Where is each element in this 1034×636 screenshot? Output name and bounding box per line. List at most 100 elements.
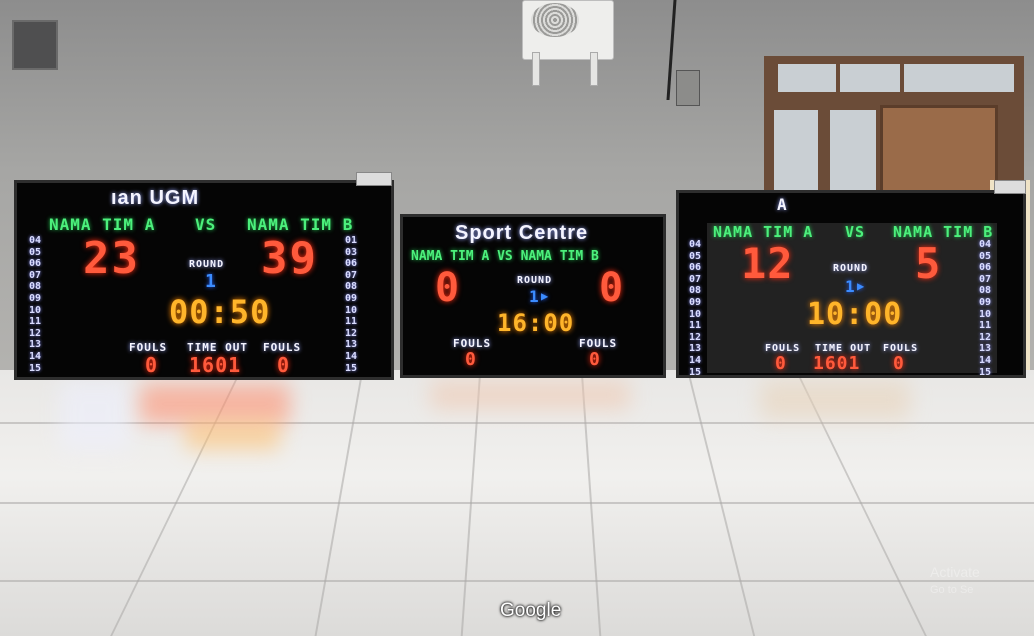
- wall-switch-box: [676, 70, 700, 106]
- google-logo: Google: [500, 600, 562, 621]
- player-number: 14: [345, 350, 358, 362]
- score-team-a: 23: [83, 233, 140, 284]
- player-number: 04: [979, 239, 992, 250]
- player-number: 15: [689, 366, 702, 378]
- round-label: ROUND: [833, 263, 869, 274]
- player-numbers-left: 04 05 06 07 08 09 10 11 12 13 14 15: [689, 239, 702, 378]
- player-number: 05: [29, 246, 42, 258]
- player-number: 09: [979, 296, 992, 308]
- teams-line: NAMA TIM A VS NAMA TIM B: [411, 249, 599, 264]
- wooden-door: [880, 105, 998, 195]
- watermark-line-1: Activate: [930, 564, 980, 580]
- player-number: 08: [29, 281, 42, 293]
- player-number: 10: [29, 304, 42, 316]
- score-team-a: 0: [435, 265, 461, 311]
- player-number: 03: [345, 246, 358, 258]
- player-number: 11: [689, 320, 702, 332]
- ac-bracket-left: [532, 52, 540, 86]
- tiled-floor: [0, 370, 1034, 636]
- board-title: Sport Centre: [455, 222, 589, 244]
- player-number: 07: [689, 273, 702, 285]
- game-clock: 16:00: [497, 309, 575, 337]
- round-label: ROUND: [189, 259, 225, 270]
- board-title: ıan UGM: [111, 187, 200, 209]
- board-title: A: [777, 195, 788, 214]
- player-number: 14: [29, 350, 42, 362]
- player-number: 10: [979, 308, 992, 320]
- vs-label: VS: [195, 215, 217, 234]
- player-number: 09: [29, 292, 42, 304]
- timeout-value: 1601: [189, 353, 242, 377]
- air-conditioner-fan-icon: [531, 3, 579, 37]
- wall-vent: [12, 20, 58, 70]
- player-number: 15: [345, 362, 358, 374]
- ac-bracket-right: [590, 52, 598, 86]
- player-numbers-left: 04 05 06 07 08 09 10 11 12 13 14 15: [29, 235, 41, 374]
- player-number: 09: [689, 296, 702, 308]
- player-number: 04: [29, 235, 42, 246]
- fouls-b-value: 0: [893, 353, 905, 374]
- player-number: 12: [29, 327, 42, 339]
- player-number: 05: [979, 250, 992, 262]
- timeout-value: 1601: [813, 353, 861, 374]
- board-sensor-box-left: [356, 172, 392, 186]
- player-number: 07: [345, 269, 358, 281]
- air-conditioner-unit: [522, 0, 614, 60]
- fouls-b-value: 0: [589, 349, 601, 370]
- player-number: 10: [345, 304, 358, 316]
- score-team-b: 5: [915, 239, 942, 288]
- vs-label: VS: [845, 223, 866, 241]
- board-sensor-box-right: [994, 180, 1026, 194]
- player-number: 09: [345, 292, 358, 304]
- round-value: 1: [205, 271, 217, 292]
- score-team-a: 12: [741, 239, 794, 288]
- scoreboard-right: A NAMA TIM A VS NAMA TIM B 04 05 06 07 08 09 1…: [676, 190, 1026, 378]
- player-number: 06: [979, 262, 992, 274]
- player-number: 12: [689, 331, 702, 343]
- player-number: 14: [979, 354, 992, 366]
- fouls-b-value: 0: [277, 353, 291, 377]
- scoreboard-left: ıan UGM NAMA TIM A VS NAMA TIM B 04 05 06 0…: [14, 180, 394, 380]
- player-number: 08: [689, 285, 702, 297]
- player-number: 07: [979, 273, 992, 285]
- fouls-a-value: 0: [465, 349, 477, 370]
- player-number: 11: [345, 316, 358, 328]
- fouls-a-value: 0: [145, 353, 159, 377]
- player-number: 04: [689, 239, 702, 250]
- player-number: 14: [689, 354, 702, 366]
- round-label: ROUND: [517, 275, 553, 286]
- score-team-b: 39: [261, 233, 318, 284]
- round-value: 1: [845, 277, 856, 296]
- possession-arrow-icon: ▶: [541, 289, 550, 303]
- player-number: 05: [689, 250, 702, 262]
- game-clock: 00:50: [169, 293, 271, 331]
- player-number: 11: [979, 320, 992, 332]
- player-numbers-right: 04 05 06 07 08 09 10 11 12 13 14 15: [979, 239, 992, 378]
- player-number: 06: [689, 262, 702, 274]
- watermark-line-2: Go to Se: [930, 584, 974, 596]
- fouls-a-value: 0: [775, 353, 787, 374]
- possession-arrow-icon: ▶: [857, 279, 866, 293]
- player-number: 12: [979, 331, 992, 343]
- team-b-name: NAMA TIM B: [247, 215, 354, 234]
- player-number: 12: [345, 327, 358, 339]
- player-number: 11: [29, 316, 42, 328]
- player-numbers-right: 01 03 06 07 08 09 10 11 12 13 14 15: [345, 235, 357, 374]
- player-number: 15: [29, 362, 42, 374]
- player-number: 13: [689, 343, 702, 355]
- player-number: 06: [29, 258, 42, 270]
- player-number: 13: [29, 339, 42, 351]
- player-number: 01: [345, 235, 358, 246]
- player-number: 13: [979, 343, 992, 355]
- player-number: 07: [29, 269, 42, 281]
- score-team-b: 0: [599, 265, 625, 311]
- player-number: 08: [345, 281, 358, 293]
- player-number: 10: [689, 308, 702, 320]
- game-clock: 10:00: [807, 297, 903, 332]
- player-number: 08: [979, 285, 992, 297]
- scoreboard-center: Sport Centre NAMA TIM A VS NAMA TIM B 0 …: [400, 214, 666, 378]
- round-value: 1: [529, 287, 540, 306]
- team-a-name: NAMA TIM A: [49, 215, 156, 234]
- player-number: 06: [345, 258, 358, 270]
- player-number: 15: [979, 366, 992, 378]
